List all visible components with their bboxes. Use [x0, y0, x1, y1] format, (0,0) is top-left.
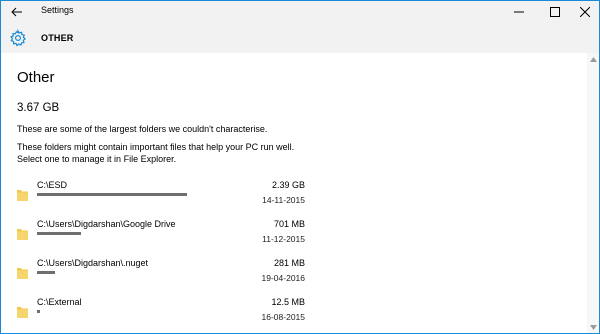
chevron-up-icon [589, 56, 597, 62]
close-button[interactable] [567, 1, 599, 23]
folder-size: 281 MB [273, 258, 305, 268]
minimize-icon [514, 11, 524, 13]
folder-date: 16-08-2015 [261, 312, 305, 322]
settings-window: Settings OTHER Other 3.67 GB These are s… [0, 0, 600, 334]
description-text-2: These folders might contain important fi… [17, 142, 295, 164]
chevron-down-icon [589, 324, 597, 330]
folder-icon [17, 229, 28, 240]
scroll-down-arrow[interactable] [589, 323, 597, 331]
folder-path: C:\Users\Digdarshan\.nuget [37, 258, 149, 268]
usage-bar [37, 271, 55, 274]
folder-size: 2.39 GB [271, 180, 305, 190]
close-icon [580, 7, 590, 17]
scroll-up-arrow[interactable] [589, 55, 597, 63]
description-text: These are some of the largest folders we… [17, 124, 268, 134]
title-bar: Settings [1, 1, 599, 23]
window-title: Settings [41, 5, 74, 15]
header-title: OTHER [41, 33, 74, 43]
folder-date: 14-11-2015 [262, 195, 305, 205]
usage-bar [37, 310, 40, 313]
gear-icon [10, 29, 27, 47]
folder-path: C:\External [37, 297, 82, 307]
folder-path: C:\Users\Digdarshan\Google Drive [37, 219, 176, 229]
folder-path: C:\ESD [37, 180, 68, 190]
back-button[interactable] [5, 1, 29, 23]
folder-date: 11-12-2015 [262, 234, 305, 244]
minimize-button[interactable] [501, 1, 537, 23]
total-size: 3.67 GB [17, 102, 60, 114]
folder-item[interactable]: C:\Users\Digdarshan\Google Drive 701 MB … [13, 218, 313, 256]
maximize-icon [550, 7, 560, 17]
folder-size: 12.5 MB [271, 297, 305, 307]
folder-icon [17, 268, 28, 279]
usage-bar [37, 193, 187, 196]
folder-size: 701 MB [273, 219, 305, 229]
main-content: Other 3.67 GB These are some of the larg… [1, 53, 587, 333]
folder-date: 19-04-2016 [261, 273, 305, 283]
folder-icon [17, 190, 28, 201]
page-header: OTHER [1, 23, 599, 53]
folder-item[interactable]: C:\ESD 2.39 GB 14-11-2015 [13, 179, 313, 217]
folder-icon [17, 307, 28, 318]
page-title: Other [17, 69, 55, 86]
back-arrow-icon [11, 7, 22, 17]
usage-bar [37, 232, 81, 235]
folder-item[interactable]: C:\Users\Digdarshan\.nuget 281 MB 19-04-… [13, 257, 313, 295]
vertical-scrollbar[interactable] [587, 53, 599, 333]
folder-item[interactable]: C:\External 12.5 MB 16-08-2015 [13, 296, 313, 333]
